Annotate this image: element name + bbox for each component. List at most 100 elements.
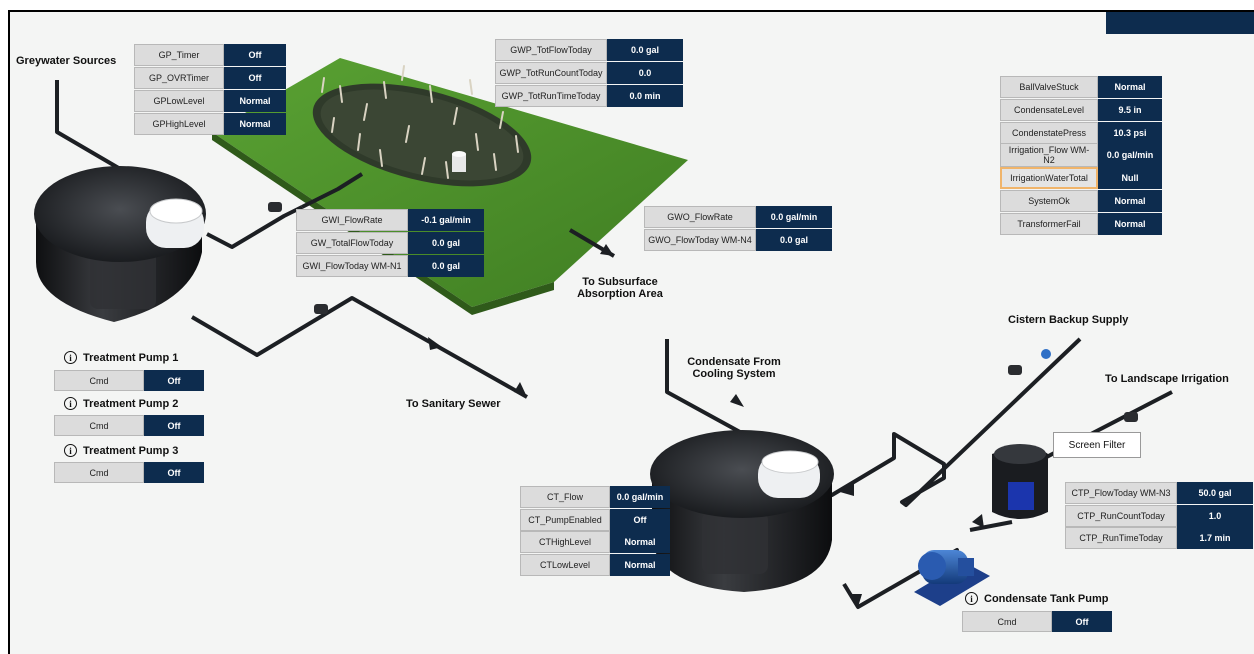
tag-value: Off bbox=[610, 509, 670, 531]
tag-name: GWI_FlowToday WM-N1 bbox=[296, 255, 408, 277]
screen-filter-label: Screen Filter bbox=[1053, 432, 1141, 458]
tag-value: 0.0 gal/min bbox=[756, 206, 832, 228]
tag-value: 9.5 in bbox=[1098, 99, 1162, 121]
info-icon[interactable]: i bbox=[64, 444, 77, 457]
tag-name: BallValveStuck bbox=[1000, 76, 1098, 98]
tag-name: GP_Timer bbox=[134, 44, 224, 66]
cistern-backup-label: Cistern Backup Supply bbox=[1008, 314, 1129, 326]
condensate-pump-header: i Condensate Tank Pump bbox=[965, 592, 1108, 605]
treatment-pump-1-control[interactable]: Cmd Off bbox=[54, 370, 204, 391]
tag-name: CTHighLevel bbox=[520, 531, 610, 553]
filter-tank bbox=[992, 444, 1048, 519]
pump-state[interactable]: Off bbox=[144, 370, 204, 391]
treatment-pump-3-control[interactable]: Cmd Off bbox=[54, 462, 204, 483]
tag-gwp-totruncounttoday[interactable]: GWP_TotRunCountToday 0.0 bbox=[495, 62, 683, 84]
tag-value: 0.0 gal/min bbox=[610, 486, 670, 508]
pump-title: Treatment Pump 1 bbox=[83, 351, 179, 364]
tag-gwo-flowrate[interactable]: GWO_FlowRate 0.0 gal/min bbox=[644, 206, 832, 228]
tag-name: TransformerFail bbox=[1000, 213, 1098, 235]
tag-irrigation-flow[interactable]: Irrigation_Flow WM-N2 0.0 gal/min bbox=[1000, 143, 1162, 167]
condensate-pump-control[interactable]: Cmd Off bbox=[962, 611, 1112, 632]
tag-name: CTP_RunCountToday bbox=[1065, 505, 1177, 527]
condensate-line-1: Condensate From bbox=[687, 356, 781, 368]
tag-name: CondensateLevel bbox=[1000, 99, 1098, 121]
sanitary-sewer-label: To Sanitary Sewer bbox=[406, 398, 501, 410]
hmi-canvas: ▾ bbox=[8, 10, 1254, 654]
tag-gp-ovrtimer[interactable]: GP_OVRTimer Off bbox=[134, 67, 286, 89]
pump-title: Treatment Pump 2 bbox=[83, 397, 179, 410]
tag-value: Off bbox=[224, 44, 286, 66]
tag-value: Normal bbox=[1098, 213, 1162, 235]
pump-title: Treatment Pump 3 bbox=[83, 444, 179, 457]
tag-name: CTLowLevel bbox=[520, 554, 610, 576]
tag-gp-highlevel[interactable]: GPHighLevel Normal bbox=[134, 113, 286, 135]
cmd-label: Cmd bbox=[54, 370, 144, 391]
tag-value: Off bbox=[224, 67, 286, 89]
treatment-pump-2-header: i Treatment Pump 2 bbox=[64, 397, 178, 410]
tag-name: CTP_FlowToday WM-N3 bbox=[1065, 482, 1177, 504]
tag-irrigationwatertotal[interactable]: IrrigationWaterTotal Null bbox=[1000, 167, 1162, 189]
tag-name: CondenstatePress bbox=[1000, 122, 1098, 144]
cmd-label: Cmd bbox=[54, 415, 144, 436]
tag-value: Normal bbox=[610, 531, 670, 553]
tag-ctlowlevel[interactable]: CTLowLevel Normal bbox=[520, 554, 670, 576]
tag-value: 0.0 gal bbox=[408, 232, 484, 254]
cmd-label: Cmd bbox=[54, 462, 144, 483]
tag-gp-lowlevel[interactable]: GPLowLevel Normal bbox=[134, 90, 286, 112]
tag-gw-totalflowtoday[interactable]: GW_TotalFlowToday 0.0 gal bbox=[296, 232, 484, 254]
pump-state[interactable]: Off bbox=[144, 462, 204, 483]
tag-ctp-flowtoday[interactable]: CTP_FlowToday WM-N3 50.0 gal bbox=[1065, 482, 1253, 504]
pump-title: Condensate Tank Pump bbox=[984, 592, 1109, 605]
info-icon[interactable]: i bbox=[64, 397, 77, 410]
condensate-line-2: Cooling System bbox=[692, 368, 776, 380]
tag-gwi-flowrate[interactable]: GWI_FlowRate -0.1 gal/min bbox=[296, 209, 484, 231]
pump-state[interactable]: Off bbox=[1052, 611, 1112, 632]
tag-value: 10.3 psi bbox=[1098, 122, 1162, 144]
tag-systemok[interactable]: SystemOk Normal bbox=[1000, 190, 1162, 212]
tag-value: Null bbox=[1098, 167, 1162, 189]
tag-condensatelevel[interactable]: CondensateLevel 9.5 in bbox=[1000, 99, 1162, 121]
tag-transformerfail[interactable]: TransformerFail Normal bbox=[1000, 213, 1162, 235]
tag-gp-timer[interactable]: GP_Timer Off bbox=[134, 44, 286, 66]
subsurface-line-2: Absorption Area bbox=[577, 288, 663, 300]
tag-value: -0.1 gal/min bbox=[408, 209, 484, 231]
greywater-sources-label: Greywater Sources bbox=[16, 55, 117, 67]
tag-gwo-flowtoday[interactable]: GWO_FlowToday WM-N4 0.0 gal bbox=[644, 229, 832, 251]
tag-name: GW_TotalFlowToday bbox=[296, 232, 408, 254]
subsurface-label: To Subsurface Absorption Area bbox=[560, 276, 680, 300]
info-icon[interactable]: i bbox=[64, 351, 77, 364]
treatment-pump-1-header: i Treatment Pump 1 bbox=[64, 351, 178, 364]
tag-name: GWI_FlowRate bbox=[296, 209, 408, 231]
tag-name: GWO_FlowToday WM-N4 bbox=[644, 229, 756, 251]
tag-value: 0.0 gal bbox=[408, 255, 484, 277]
tag-ballvalvestuck[interactable]: BallValveStuck Normal bbox=[1000, 76, 1162, 98]
tag-value: 1.0 bbox=[1177, 505, 1253, 527]
tag-name: GWO_FlowRate bbox=[644, 206, 756, 228]
tag-gwi-flowtoday[interactable]: GWI_FlowToday WM-N1 0.0 gal bbox=[296, 255, 484, 277]
tag-name: GP_OVRTimer bbox=[134, 67, 224, 89]
tag-condensatepress[interactable]: CondenstatePress 10.3 psi bbox=[1000, 122, 1162, 144]
tag-value: 0.0 gal bbox=[756, 229, 832, 251]
cmd-label: Cmd bbox=[962, 611, 1052, 632]
condensate-tank bbox=[650, 430, 834, 592]
tag-value: 0.0 gal/min bbox=[1098, 143, 1162, 167]
tag-value: 1.7 min bbox=[1177, 527, 1253, 549]
tag-name: CTP_RunTimeToday bbox=[1065, 527, 1177, 549]
tag-value: 50.0 gal bbox=[1177, 482, 1253, 504]
pump-state[interactable]: Off bbox=[144, 415, 204, 436]
tag-gwp-totflowtoday[interactable]: GWP_TotFlowToday 0.0 gal bbox=[495, 39, 683, 61]
info-icon[interactable]: i bbox=[965, 592, 978, 605]
tag-ct-flow[interactable]: CT_Flow 0.0 gal/min bbox=[520, 486, 670, 508]
tag-ct-pumpenabled[interactable]: CT_PumpEnabled Off bbox=[520, 509, 670, 531]
subsurface-line-1: To Subsurface bbox=[582, 276, 658, 288]
tag-name: SystemOk bbox=[1000, 190, 1098, 212]
tag-name: Irrigation_Flow WM-N2 bbox=[1000, 143, 1098, 167]
tag-ctp-runcounttoday[interactable]: CTP_RunCountToday 1.0 bbox=[1065, 505, 1253, 527]
tag-name: IrrigationWaterTotal bbox=[1000, 167, 1098, 189]
treatment-pump-2-control[interactable]: Cmd Off bbox=[54, 415, 204, 436]
tag-cthighlevel[interactable]: CTHighLevel Normal bbox=[520, 531, 670, 553]
tag-name: GPHighLevel bbox=[134, 113, 224, 135]
tag-ctp-runtimetoday[interactable]: CTP_RunTimeToday 1.7 min bbox=[1065, 527, 1253, 549]
tag-gwp-totruntimetoday[interactable]: GWP_TotRunTimeToday 0.0 min bbox=[495, 85, 683, 107]
tag-name: GWP_TotRunCountToday bbox=[495, 62, 607, 84]
